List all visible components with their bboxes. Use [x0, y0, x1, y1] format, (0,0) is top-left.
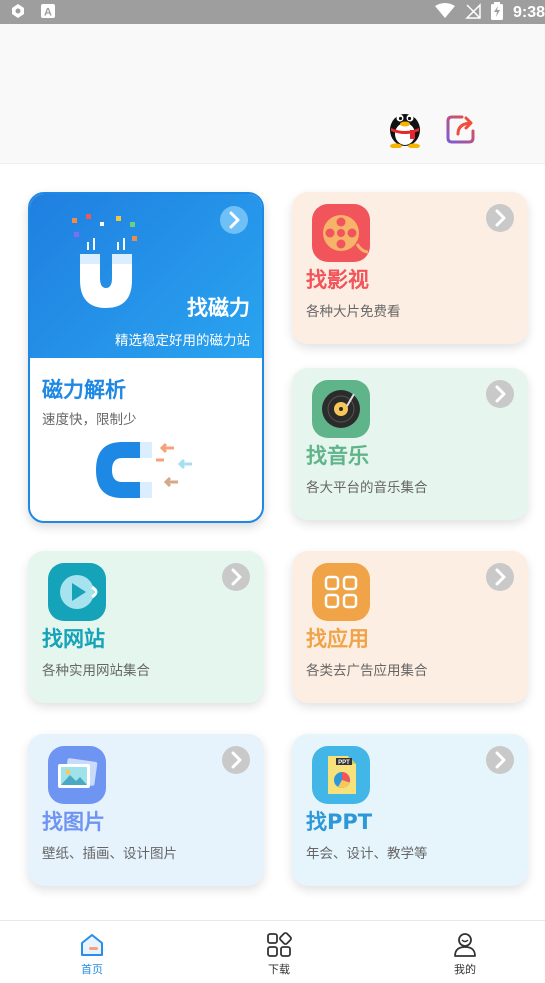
website-title: 找网站 [42, 627, 105, 651]
ppt-card[interactable]: PPT 找PPT 年会、设计、教学等 [292, 734, 528, 886]
ppt-icon-text: PPT [338, 760, 350, 766]
a-notification-icon: A [40, 3, 56, 19]
bottom-navigation: 首页 下载 我的 [0, 920, 545, 983]
magnet-subtitle: 速度快，限制少 [42, 412, 137, 428]
horseshoe-magnet-icon [92, 438, 202, 502]
wifi-icon [434, 3, 455, 23]
nav-download[interactable]: 下载 [249, 931, 309, 977]
status-time: 9:38 [512, 4, 545, 21]
chevron-right-icon[interactable] [486, 204, 514, 232]
vinyl-record-icon [312, 380, 370, 438]
website-subtitle: 各种实用网站集合 [42, 663, 150, 679]
nav-home[interactable]: 首页 [62, 931, 122, 977]
magnet-card-header: 找磁力 精选稳定好用的磁力站 [30, 194, 262, 358]
video-card[interactable]: 找影视 各种大片免费看 [292, 192, 528, 344]
chevron-right-icon[interactable] [220, 206, 248, 234]
images-title: 找图片 [42, 810, 105, 834]
svg-text:A: A [44, 7, 52, 19]
app-grid-icon [312, 563, 370, 621]
share-icon[interactable] [444, 112, 478, 146]
ppt-title: 找PPT [306, 810, 373, 834]
film-reel-icon [312, 204, 370, 262]
magnet-card[interactable]: 找磁力 精选稳定好用的磁力站 磁力解析 速度快，限制少 [28, 192, 264, 523]
nav-download-label: 下载 [268, 963, 290, 976]
settings-notification-icon [10, 3, 26, 19]
user-icon [454, 933, 476, 957]
chevron-right-icon[interactable] [486, 563, 514, 591]
apps-card[interactable]: 找应用 各类去广告应用集合 [292, 551, 528, 703]
status-bar: A 9:38 [0, 0, 545, 24]
images-subtitle: 壁纸、插画、设计图片 [42, 846, 177, 862]
music-subtitle: 各大平台的音乐集合 [306, 480, 428, 496]
magnet-u-icon [70, 208, 150, 318]
website-card[interactable]: 找网站 各种实用网站集合 [28, 551, 264, 703]
chevron-right-icon[interactable] [486, 380, 514, 408]
magnet-title: 磁力解析 [42, 378, 126, 402]
no-signal-icon [465, 3, 481, 23]
photo-gallery-icon [48, 746, 106, 804]
chevron-right-icon[interactable] [222, 563, 250, 591]
music-card[interactable]: 找音乐 各大平台的音乐集合 [292, 368, 528, 520]
chevron-right-icon[interactable] [486, 746, 514, 774]
images-card[interactable]: 找图片 壁纸、插画、设计图片 [28, 734, 264, 886]
nav-mine-label: 我的 [454, 963, 476, 976]
battery-icon [490, 2, 503, 24]
chevron-right-icon[interactable] [222, 746, 250, 774]
music-title: 找音乐 [306, 444, 369, 468]
compass-play-icon [48, 563, 106, 621]
video-title: 找影视 [306, 268, 369, 292]
apps-title: 找应用 [306, 627, 369, 651]
nav-mine[interactable]: 我的 [435, 931, 495, 977]
nav-home-label: 首页 [81, 963, 103, 976]
ppt-document-icon: PPT [312, 746, 370, 804]
ppt-subtitle: 年会、设计、教学等 [306, 846, 428, 862]
magnet-header-title: 找磁力 [187, 296, 250, 320]
video-subtitle: 各种大片免费看 [306, 304, 401, 320]
home-icon [81, 934, 103, 956]
magnet-header-subtitle: 精选稳定好用的磁力站 [115, 333, 250, 349]
header [0, 24, 545, 164]
qq-penguin-icon[interactable] [386, 106, 424, 149]
apps-subtitle: 各类去广告应用集合 [306, 663, 428, 679]
download-grid-icon [267, 932, 292, 957]
